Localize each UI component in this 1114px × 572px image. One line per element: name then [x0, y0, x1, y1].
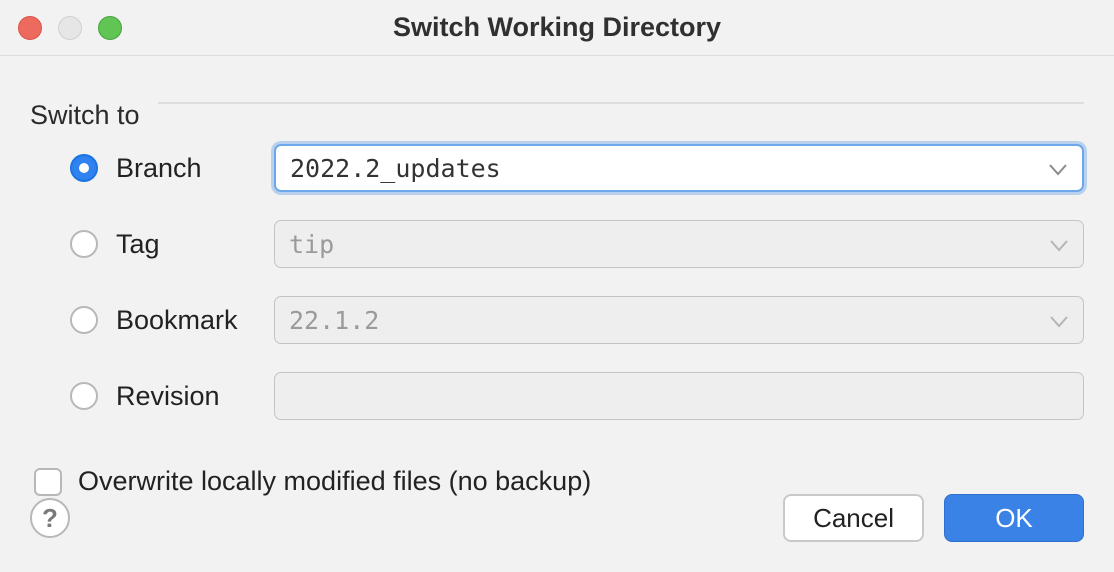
- tag-combobox-value: tip: [289, 230, 1049, 259]
- bookmark-row: Bookmark 22.1.2: [70, 296, 1084, 344]
- window-controls: [18, 16, 122, 40]
- chevron-down-icon: [1049, 306, 1069, 335]
- branch-row: Branch 2022.2_updates: [70, 144, 1084, 192]
- chevron-down-icon: [1048, 154, 1068, 183]
- revision-radio-label[interactable]: Revision: [116, 381, 256, 412]
- revision-row: Revision: [70, 372, 1084, 420]
- switch-to-group: Switch to Branch 2022.2_updates Tag tip: [30, 102, 1084, 420]
- close-window-button[interactable]: [18, 16, 42, 40]
- chevron-down-icon: [1049, 230, 1069, 259]
- revision-radio[interactable]: [70, 382, 98, 410]
- tag-radio[interactable]: [70, 230, 98, 258]
- branch-combobox-value: 2022.2_updates: [290, 154, 1048, 183]
- bookmark-combobox-value: 22.1.2: [289, 306, 1049, 335]
- options-list: Branch 2022.2_updates Tag tip: [30, 104, 1084, 420]
- branch-combobox[interactable]: 2022.2_updates: [274, 144, 1084, 192]
- revision-input[interactable]: [274, 372, 1084, 420]
- zoom-window-button[interactable]: [98, 16, 122, 40]
- cancel-button[interactable]: Cancel: [783, 494, 924, 542]
- ok-button[interactable]: OK: [944, 494, 1084, 542]
- titlebar: Switch Working Directory: [0, 0, 1114, 56]
- branch-radio[interactable]: [70, 154, 98, 182]
- help-button[interactable]: ?: [30, 498, 70, 538]
- bookmark-radio[interactable]: [70, 306, 98, 334]
- bookmark-radio-label[interactable]: Bookmark: [116, 305, 256, 336]
- minimize-window-button: [58, 16, 82, 40]
- tag-combobox[interactable]: tip: [274, 220, 1084, 268]
- group-label: Switch to: [30, 100, 158, 131]
- window-title: Switch Working Directory: [393, 12, 721, 43]
- branch-radio-label[interactable]: Branch: [116, 153, 256, 184]
- dialog-footer: ? Cancel OK: [0, 488, 1114, 572]
- tag-row: Tag tip: [70, 220, 1084, 268]
- dialog-content: Switch to Branch 2022.2_updates Tag tip: [0, 56, 1114, 497]
- bookmark-combobox[interactable]: 22.1.2: [274, 296, 1084, 344]
- tag-radio-label[interactable]: Tag: [116, 229, 256, 260]
